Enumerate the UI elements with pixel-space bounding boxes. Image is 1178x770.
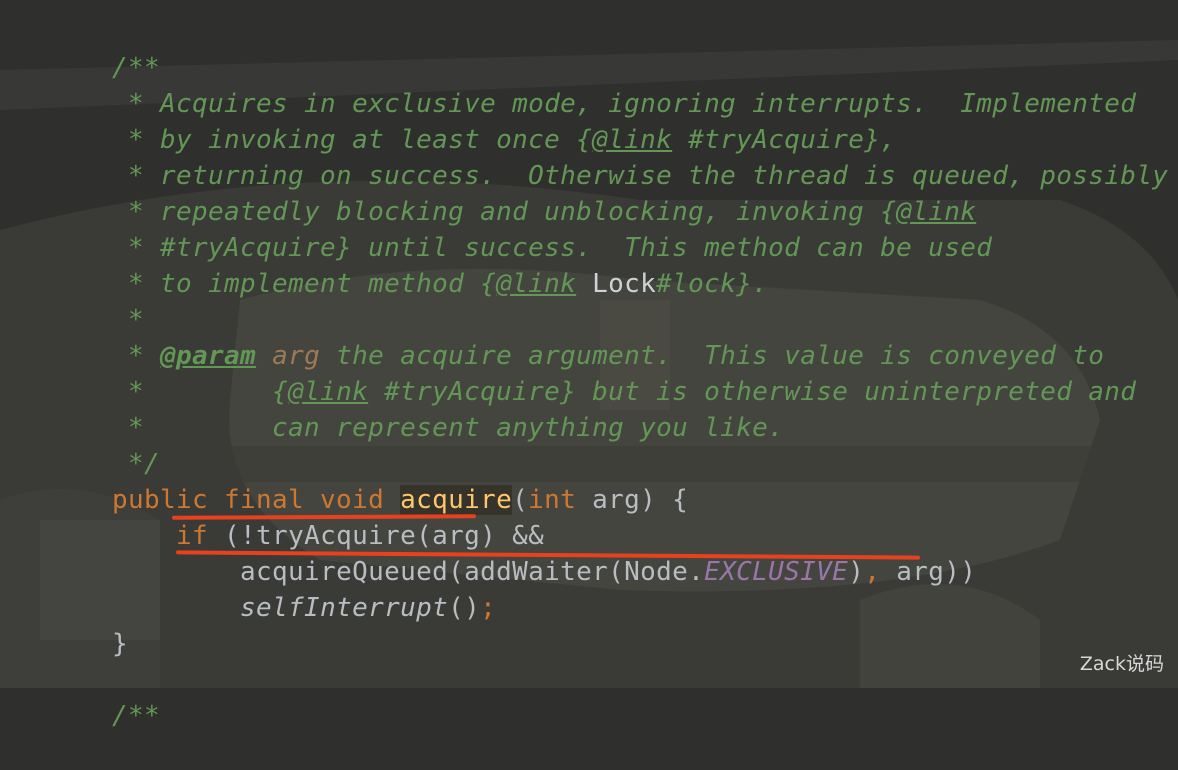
code-line-6: * #tryAcquire} until success. This metho…	[48, 194, 992, 263]
code-line-8: *	[48, 266, 144, 335]
call-args-close: arg))	[880, 557, 977, 587]
comment-text	[576, 269, 592, 299]
code-line-2: * Acquires in exclusive mode, ignoring i…	[48, 50, 1136, 119]
self-interrupt-call[interactable]: selfInterrupt	[240, 593, 448, 623]
comment-link-target: #lock}	[656, 269, 753, 299]
param-declaration: arg) {	[576, 485, 689, 515]
comment-brace: {	[480, 269, 497, 299]
code-line-14: if (!tryAcquire(arg) &&	[48, 482, 544, 551]
comment-text: * to implement method	[112, 269, 481, 299]
code-line-3: * by invoking at least once {@link #tryA…	[48, 86, 896, 155]
comment-text: .	[752, 269, 769, 299]
class-reference[interactable]: Lock	[592, 269, 656, 299]
code-line-1: /**	[48, 14, 160, 83]
code-line-7: * to implement method {@link Lock#lock}.	[48, 230, 768, 299]
code-line-12: */	[48, 410, 160, 479]
comma: ,	[864, 557, 881, 587]
watermark: Zack说码	[1079, 653, 1164, 675]
code-line-5: * repeatedly blocking and unblocking, in…	[48, 158, 976, 227]
method-close-brace: }	[112, 629, 129, 659]
code-line-16: selfInterrupt();	[48, 554, 496, 623]
code-line-11: * can represent anything you like.	[48, 374, 784, 443]
code-line-13: public final void acquire(int arg) {	[48, 446, 688, 515]
comment-text: /**	[112, 701, 161, 731]
code-line-9: * @param arg the acquire argument. This …	[48, 302, 1104, 371]
semicolon: ;	[480, 593, 497, 623]
exclusive-constant[interactable]: EXCLUSIVE	[704, 557, 848, 587]
comment-text: * can represent anything you like.	[112, 413, 785, 443]
paren-close: )	[848, 557, 865, 587]
call-parens: ()	[448, 593, 481, 623]
javadoc-link-tag[interactable]: @link	[496, 269, 576, 299]
code-line-4: * returning on success. Otherwise the th…	[48, 122, 1168, 191]
code-line-10: * {@link #tryAcquire} but is otherwise u…	[48, 338, 1136, 407]
code-line-15: acquireQueued(addWaiter(Node.EXCLUSIVE),…	[48, 518, 976, 587]
code-line-17: }	[48, 590, 128, 659]
code-line-19: /**	[48, 662, 160, 731]
